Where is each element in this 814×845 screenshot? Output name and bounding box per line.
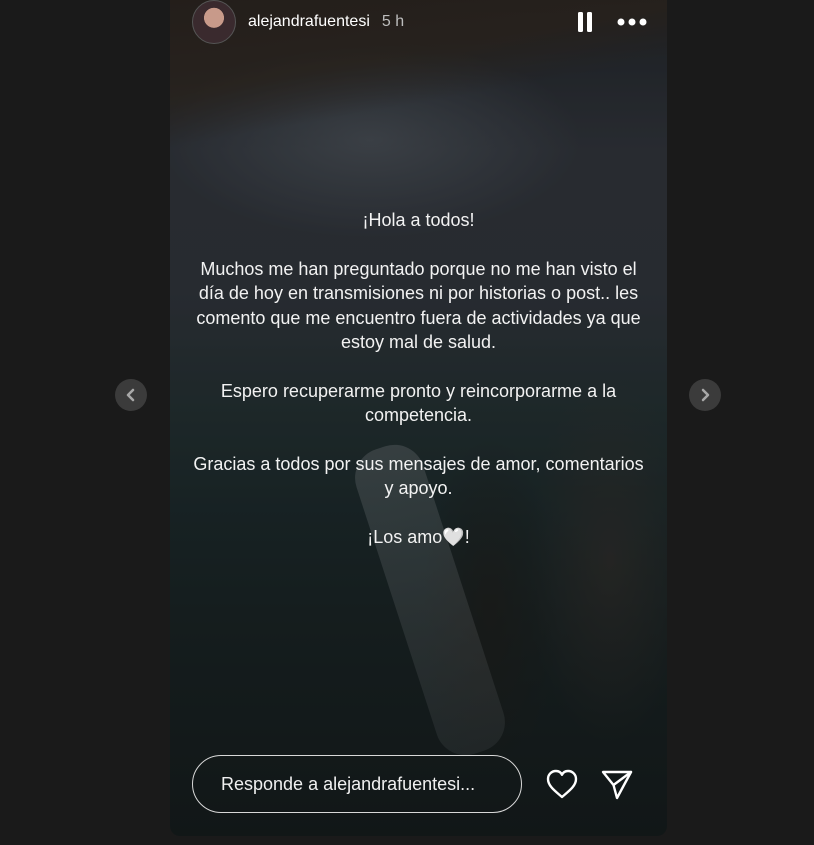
post-time: 5 h <box>381 13 405 30</box>
story-closing: ¡Los amo🤍! <box>367 526 470 547</box>
header-controls <box>577 11 647 33</box>
chevron-right-icon <box>701 388 710 402</box>
reply-placeholder: Responde a alejandrafuentesi... <box>221 773 476 794</box>
story-paragraph-2: Espero recuperarme pronto y reincorporar… <box>220 380 617 426</box>
reply-input[interactable]: Responde a alejandrafuentesi... <box>192 755 522 813</box>
chevron-left-icon <box>126 388 135 402</box>
next-story-button[interactable] <box>689 379 721 411</box>
username[interactable]: alejandrafuentesi <box>248 13 370 31</box>
story-paragraph-1: Muchos me han preguntado porque no me ha… <box>196 258 641 353</box>
avatar[interactable] <box>192 0 236 44</box>
send-icon[interactable] <box>600 768 634 800</box>
story-text: ¡Hola a todos! Muchos me han preguntado … <box>190 208 647 573</box>
story-paragraph-3: Gracias a todos por sus mensajes de amor… <box>193 453 644 499</box>
story-greeting: ¡Hola a todos! <box>362 210 475 230</box>
story-header: alejandrafuentesi 5 h <box>192 0 647 44</box>
previous-story-button[interactable] <box>115 379 147 411</box>
pause-icon[interactable] <box>577 11 593 33</box>
heart-icon[interactable] <box>545 768 579 800</box>
more-options-icon[interactable] <box>617 17 647 27</box>
